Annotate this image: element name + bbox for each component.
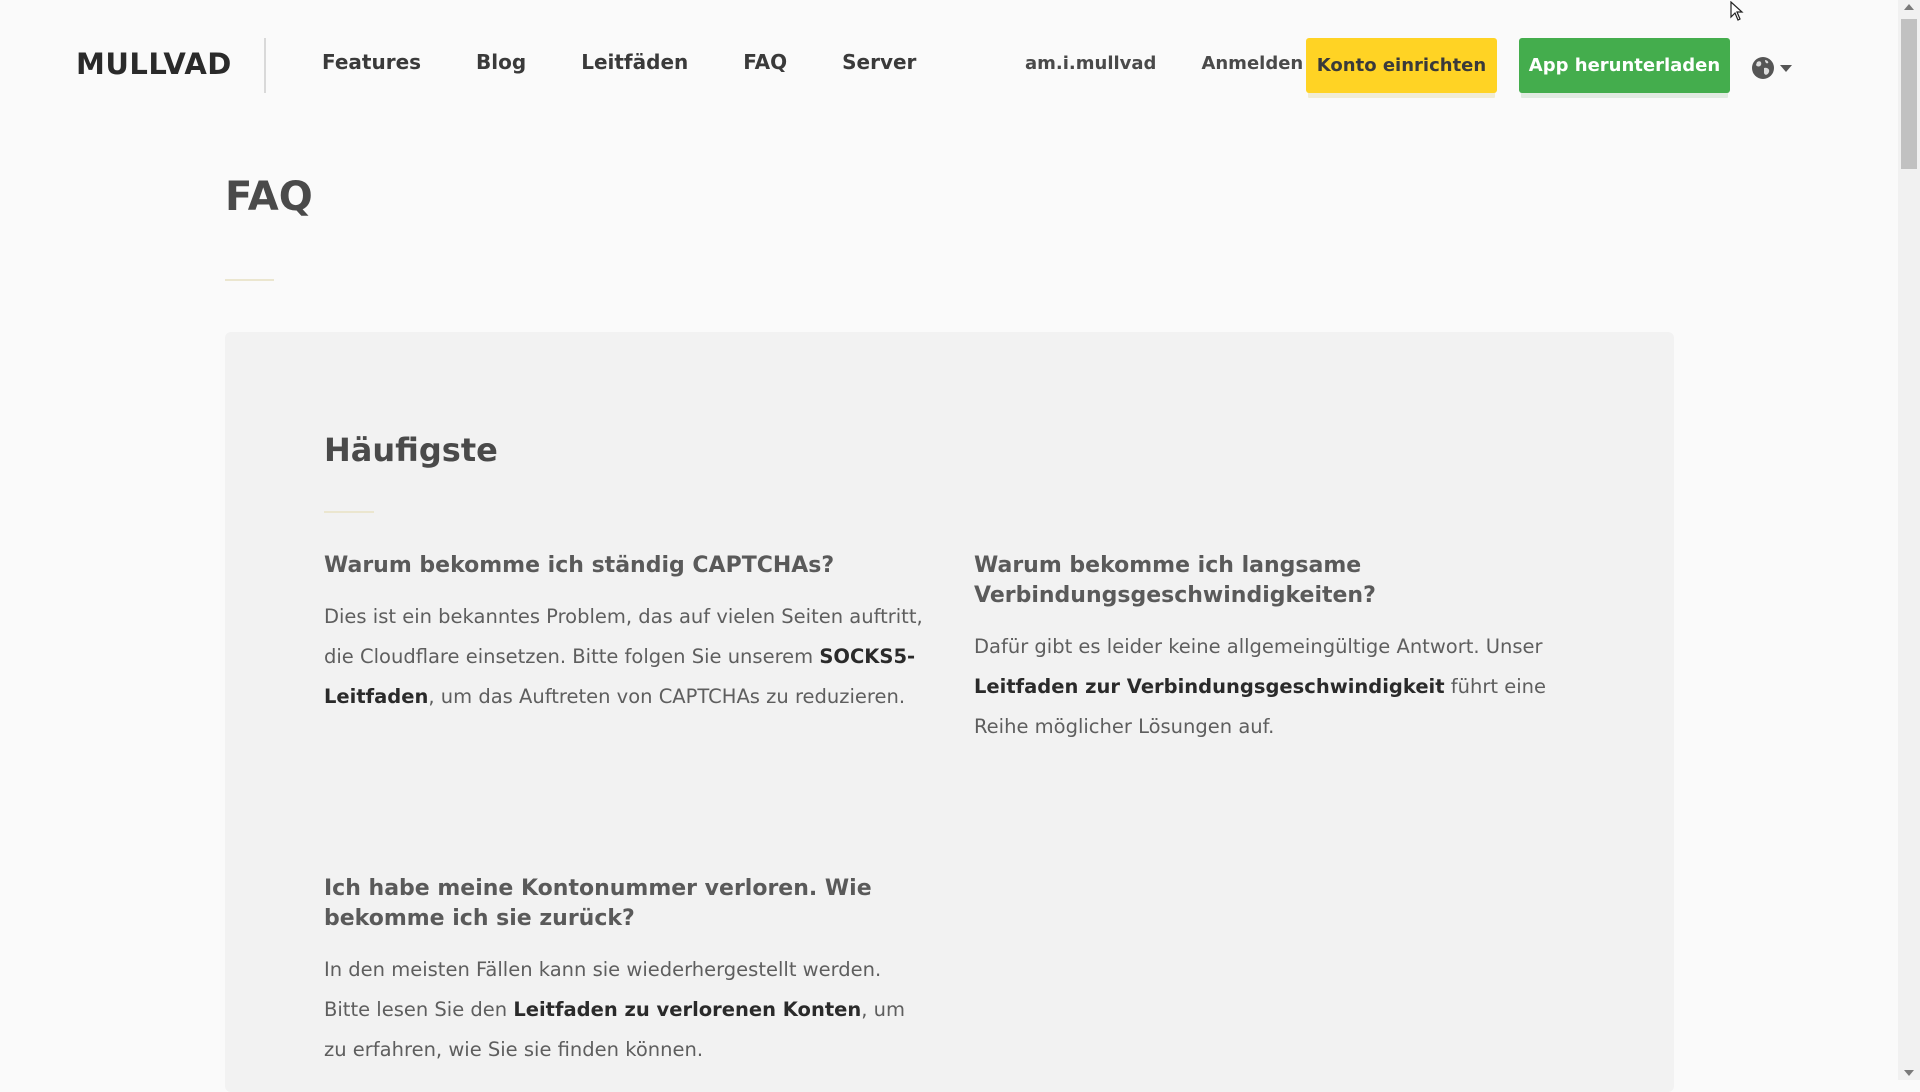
section-underline (324, 511, 374, 513)
site-header: MULLVAD Features Blog Leitfäden FAQ Serv… (0, 0, 1898, 130)
globe-icon (1751, 56, 1775, 80)
chevron-down-icon (1779, 63, 1793, 73)
faq-card: Häufigste Warum bekomme ich ständig CAPT… (225, 332, 1674, 1092)
faq-question: Warum bekomme ich ständig CAPTCHAs? (324, 553, 835, 578)
lost-account-guide-link[interactable]: Leitfaden zu verlorenen Konten (513, 998, 861, 1021)
answer-text: , um das Auftreten von CAPTCHAs zu reduz… (428, 685, 906, 708)
faq-item-slow-speed: Warum bekomme ich langsame Verbindungsge… (974, 551, 1574, 747)
nav-features[interactable]: Features (322, 50, 421, 74)
answer-text: Dafür gibt es leider keine allgemeingült… (974, 635, 1543, 658)
nav-guides[interactable]: Leitfäden (581, 50, 688, 74)
nav-servers[interactable]: Server (842, 50, 916, 74)
login-link[interactable]: Anmelden (1201, 53, 1303, 74)
account-nav: am.i.mullvad Anmelden (1025, 53, 1303, 74)
faq-question: Warum bekomme ich langsame Verbindungsge… (974, 553, 1376, 608)
faq-item-lost-account: Ich habe meine Kontonummer verloren. Wie… (324, 874, 924, 1070)
faq-item-captcha: Warum bekomme ich ständig CAPTCHAs? Dies… (324, 551, 924, 717)
page-title: FAQ (225, 174, 313, 220)
scroll-down-arrow-icon[interactable] (1904, 1070, 1914, 1076)
main-nav: Features Blog Leitfäden FAQ Server (322, 50, 916, 74)
scroll-up-arrow-icon[interactable] (1904, 4, 1914, 10)
download-app-button[interactable]: App herunterladen (1519, 38, 1730, 93)
logo-divider (264, 38, 266, 93)
nav-faq[interactable]: FAQ (743, 50, 787, 74)
scrollbar[interactable] (1898, 0, 1920, 1080)
faq-question: Ich habe meine Kontonummer verloren. Wie… (324, 876, 872, 931)
language-selector[interactable] (1751, 56, 1793, 80)
section-title: Häufigste (324, 431, 498, 469)
scroll-thumb[interactable] (1901, 19, 1917, 169)
create-account-button[interactable]: Konto einrichten (1306, 38, 1497, 93)
faq-answer: In den meisten Fällen kann sie wiederher… (324, 950, 924, 1070)
faq-answer: Dies ist ein bekanntes Problem, das auf … (324, 597, 924, 717)
mouse-cursor-icon (1730, 0, 1744, 25)
title-underline (225, 279, 274, 281)
am-i-mullvad-link[interactable]: am.i.mullvad (1025, 53, 1156, 74)
mullvad-logo[interactable]: MULLVAD (76, 47, 232, 81)
faq-answer: Dafür gibt es leider keine allgemeingült… (974, 627, 1574, 747)
nav-blog[interactable]: Blog (476, 50, 526, 74)
speed-guide-link[interactable]: Leitfaden zur Verbindungsgeschwindigkeit (974, 675, 1445, 698)
